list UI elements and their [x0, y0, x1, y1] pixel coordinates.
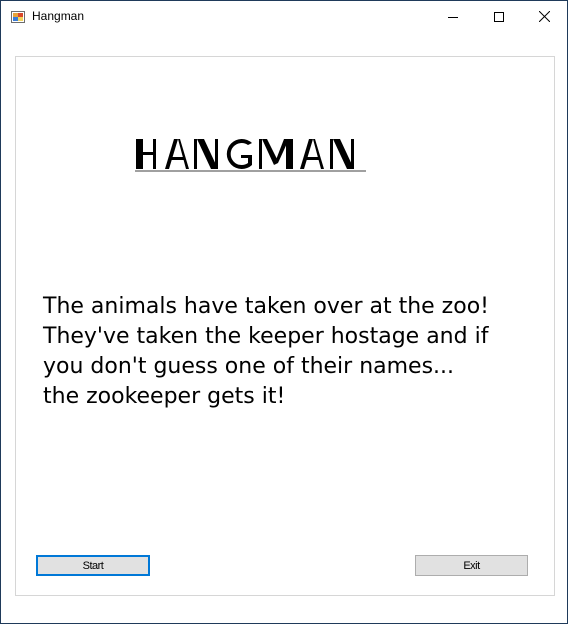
content-panel: The animals have taken over at the zoo! … [15, 56, 555, 596]
exit-button[interactable]: Exit [415, 555, 528, 576]
title-bar[interactable]: Hangman [1, 1, 567, 32]
maximize-icon [494, 11, 504, 22]
close-button[interactable] [521, 1, 567, 32]
minimize-icon [448, 12, 458, 22]
story-line: The animals have taken over at the zoo! [43, 294, 489, 319]
window-title: Hangman [32, 9, 85, 23]
story-text: The animals have taken over at the zoo! … [43, 292, 543, 412]
app-window-icon [11, 10, 25, 23]
minimize-button[interactable] [430, 1, 476, 32]
hangman-logo [134, 133, 396, 180]
close-icon [538, 11, 550, 22]
maximize-button[interactable] [476, 1, 522, 32]
app-window: Hangman The animals have taken over at t… [0, 0, 568, 624]
start-button[interactable]: Start [36, 555, 150, 576]
story-line: the zookeeper gets it! [43, 384, 286, 409]
story-line: They've taken the keeper hostage and if [43, 324, 489, 349]
story-line: you don't guess one of their names... [43, 354, 455, 379]
client-area: The animals have taken over at the zoo! … [2, 32, 567, 623]
